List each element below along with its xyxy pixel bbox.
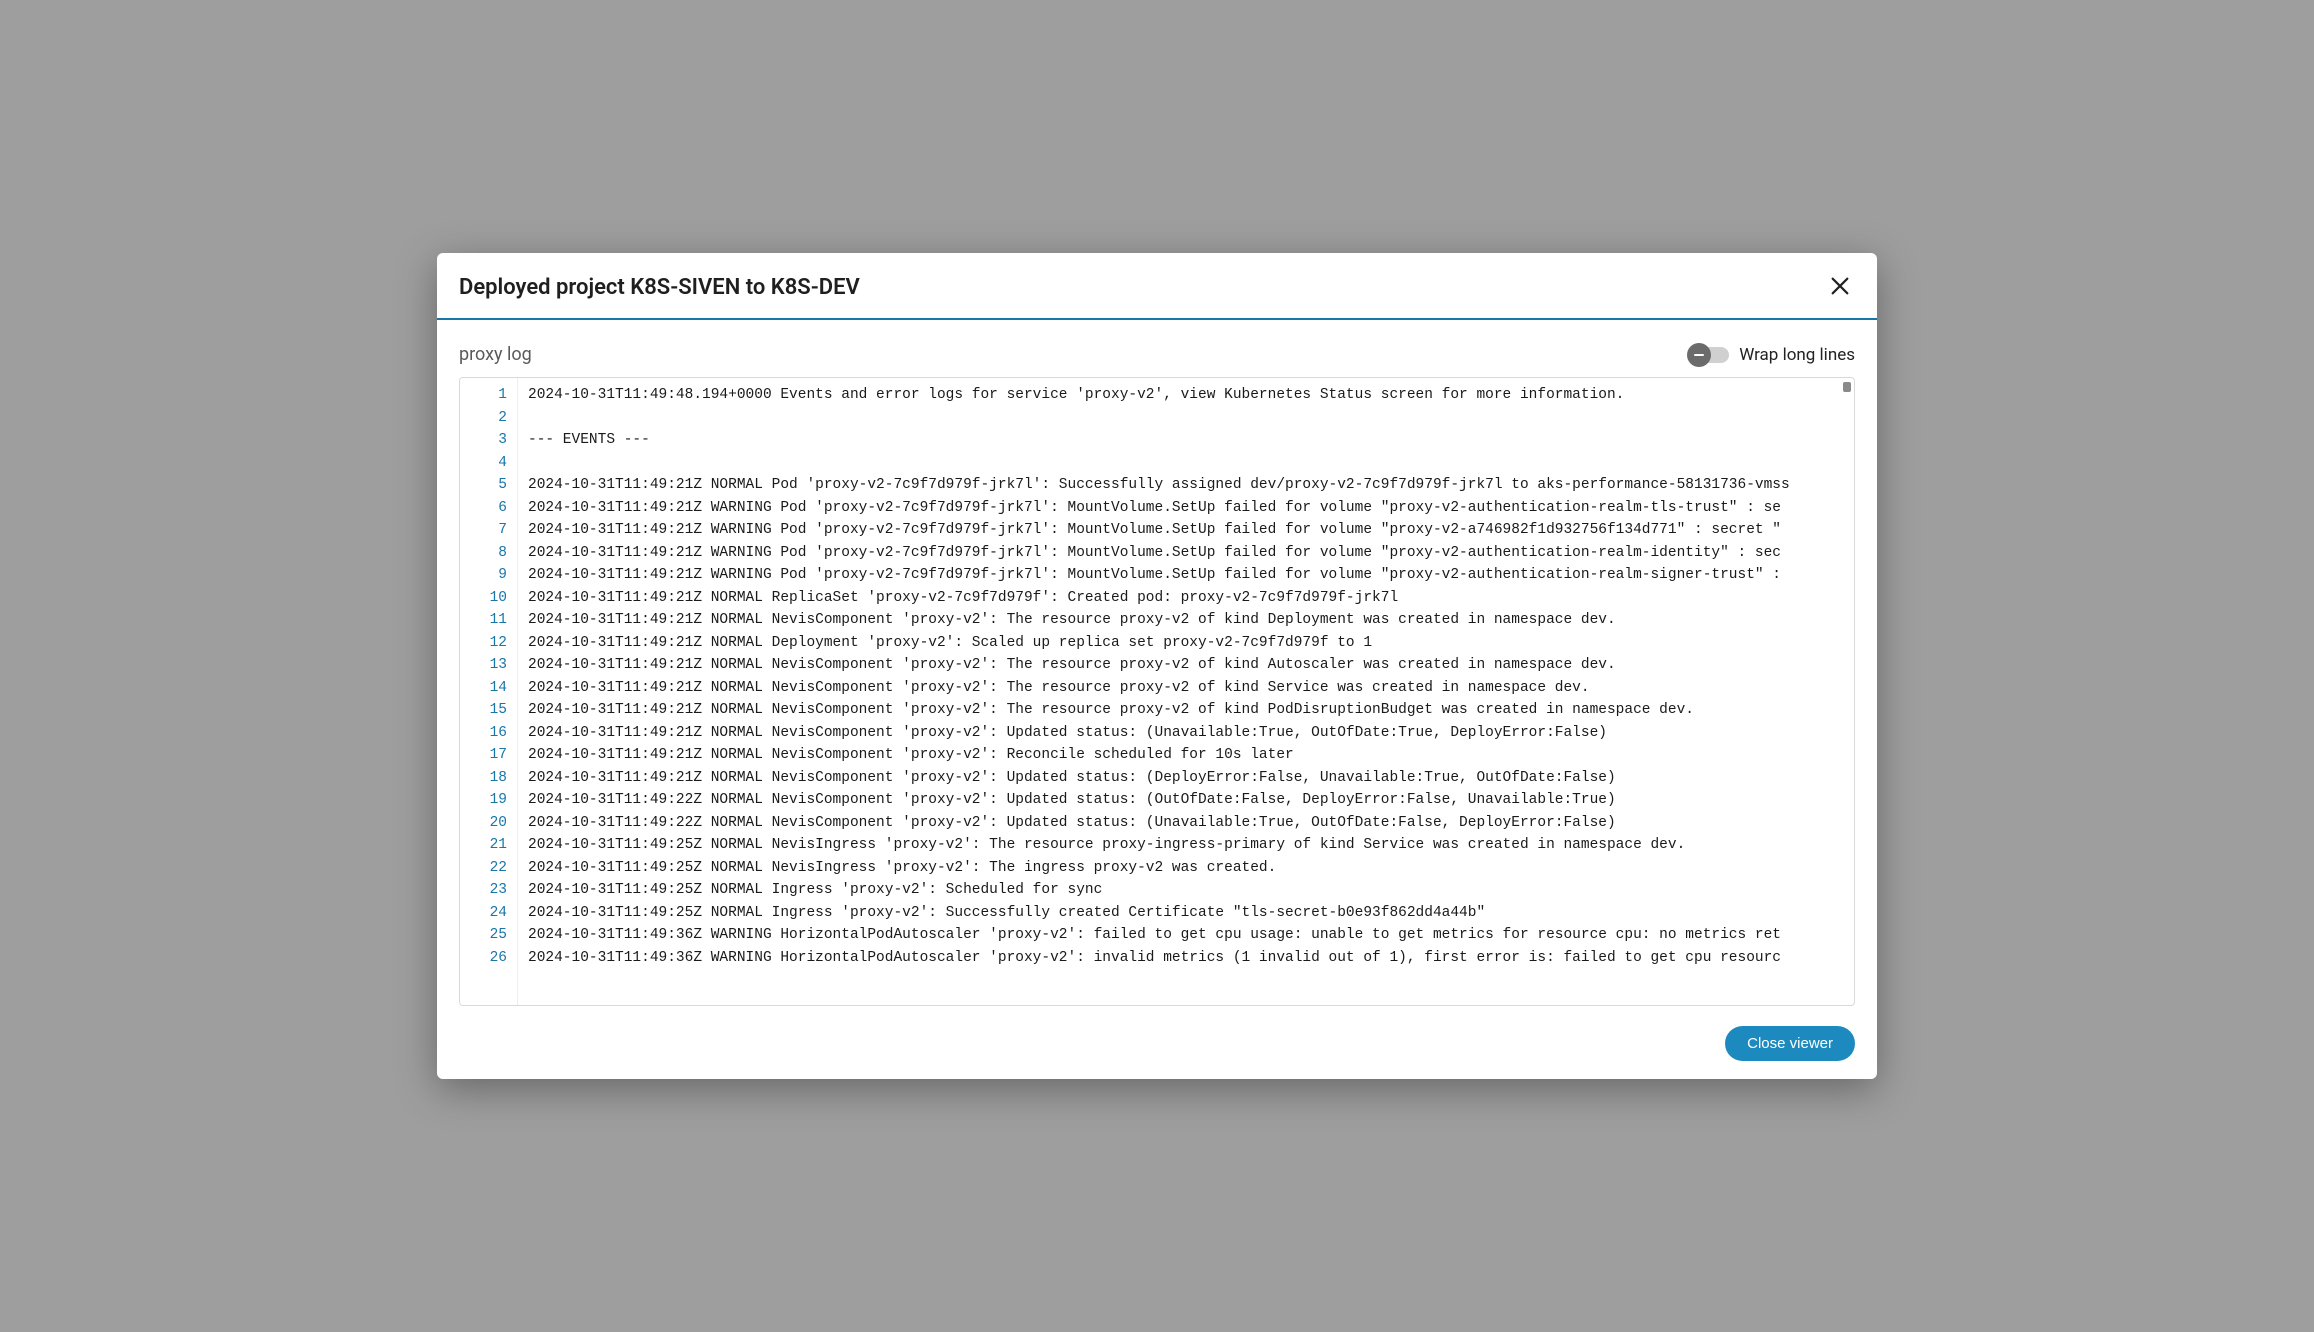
log-line: 2024-10-31T11:49:21Z WARNING Pod 'proxy-…	[528, 497, 1844, 520]
line-number-gutter: 1234567891011121314151617181920212223242…	[460, 378, 518, 1005]
wrap-lines-label: Wrap long lines	[1739, 345, 1855, 365]
line-number: 4	[460, 452, 507, 475]
log-line: 2024-10-31T11:49:36Z WARNING HorizontalP…	[528, 924, 1844, 947]
line-number: 18	[460, 767, 507, 790]
line-number: 24	[460, 902, 507, 925]
log-viewer-modal: Deployed project K8S-SIVEN to K8S-DEV pr…	[437, 253, 1877, 1079]
line-number: 14	[460, 677, 507, 700]
log-subheader: proxy log Wrap long lines	[437, 320, 1877, 377]
line-number: 8	[460, 542, 507, 565]
close-viewer-button[interactable]: Close viewer	[1725, 1026, 1855, 1061]
log-line: 2024-10-31T11:49:21Z NORMAL Deployment '…	[528, 632, 1844, 655]
line-number: 23	[460, 879, 507, 902]
log-line: 2024-10-31T11:49:48.194+0000 Events and …	[528, 384, 1844, 407]
modal-footer: Close viewer	[437, 1018, 1877, 1079]
log-line: 2024-10-31T11:49:21Z NORMAL Pod 'proxy-v…	[528, 474, 1844, 497]
modal-header: Deployed project K8S-SIVEN to K8S-DEV	[437, 253, 1877, 320]
log-line	[528, 407, 1844, 430]
log-line: 2024-10-31T11:49:25Z NORMAL Ingress 'pro…	[528, 879, 1844, 902]
line-number: 26	[460, 947, 507, 970]
log-line: 2024-10-31T11:49:25Z NORMAL NevisIngress…	[528, 857, 1844, 880]
log-line: 2024-10-31T11:49:36Z WARNING HorizontalP…	[528, 947, 1844, 970]
line-number: 1	[460, 384, 507, 407]
line-number: 25	[460, 924, 507, 947]
line-number: 15	[460, 699, 507, 722]
close-icon	[1829, 275, 1851, 300]
log-line	[528, 452, 1844, 475]
log-line: 2024-10-31T11:49:21Z NORMAL ReplicaSet '…	[528, 587, 1844, 610]
line-number: 7	[460, 519, 507, 542]
minus-icon	[1687, 343, 1711, 367]
line-number: 12	[460, 632, 507, 655]
log-line: 2024-10-31T11:49:25Z NORMAL Ingress 'pro…	[528, 902, 1844, 925]
log-line: 2024-10-31T11:49:25Z NORMAL NevisIngress…	[528, 834, 1844, 857]
log-line: 2024-10-31T11:49:21Z NORMAL NevisCompone…	[528, 699, 1844, 722]
log-line: 2024-10-31T11:49:21Z WARNING Pod 'proxy-…	[528, 519, 1844, 542]
log-scroll-area[interactable]: 2024-10-31T11:49:48.194+0000 Events and …	[518, 378, 1854, 1005]
line-number: 22	[460, 857, 507, 880]
line-number: 21	[460, 834, 507, 857]
log-line: 2024-10-31T11:49:21Z WARNING Pod 'proxy-…	[528, 542, 1844, 565]
line-number: 2	[460, 407, 507, 430]
line-number: 9	[460, 564, 507, 587]
log-section-label: proxy log	[459, 344, 532, 365]
log-line: 2024-10-31T11:49:21Z NORMAL NevisCompone…	[528, 722, 1844, 745]
line-number: 10	[460, 587, 507, 610]
close-button[interactable]	[1825, 271, 1855, 304]
wrap-lines-control: Wrap long lines	[1689, 345, 1855, 365]
log-line: --- EVENTS ---	[528, 429, 1844, 452]
line-number: 20	[460, 812, 507, 835]
scrollbar-thumb[interactable]	[1843, 382, 1851, 392]
log-line: 2024-10-31T11:49:22Z NORMAL NevisCompone…	[528, 812, 1844, 835]
modal-title: Deployed project K8S-SIVEN to K8S-DEV	[459, 275, 860, 300]
line-number: 5	[460, 474, 507, 497]
line-number: 6	[460, 497, 507, 520]
line-number: 11	[460, 609, 507, 632]
log-line: 2024-10-31T11:49:21Z NORMAL NevisCompone…	[528, 767, 1844, 790]
line-number: 19	[460, 789, 507, 812]
log-editor: 1234567891011121314151617181920212223242…	[459, 377, 1855, 1006]
log-line: 2024-10-31T11:49:21Z NORMAL NevisCompone…	[528, 654, 1844, 677]
log-content: 2024-10-31T11:49:48.194+0000 Events and …	[518, 378, 1854, 975]
line-number: 13	[460, 654, 507, 677]
line-number: 16	[460, 722, 507, 745]
log-line: 2024-10-31T11:49:22Z NORMAL NevisCompone…	[528, 789, 1844, 812]
log-line: 2024-10-31T11:49:21Z WARNING Pod 'proxy-…	[528, 564, 1844, 587]
wrap-lines-toggle[interactable]	[1689, 347, 1729, 363]
log-line: 2024-10-31T11:49:21Z NORMAL NevisCompone…	[528, 677, 1844, 700]
line-number: 3	[460, 429, 507, 452]
log-line: 2024-10-31T11:49:21Z NORMAL NevisCompone…	[528, 744, 1844, 767]
log-line: 2024-10-31T11:49:21Z NORMAL NevisCompone…	[528, 609, 1844, 632]
line-number: 17	[460, 744, 507, 767]
